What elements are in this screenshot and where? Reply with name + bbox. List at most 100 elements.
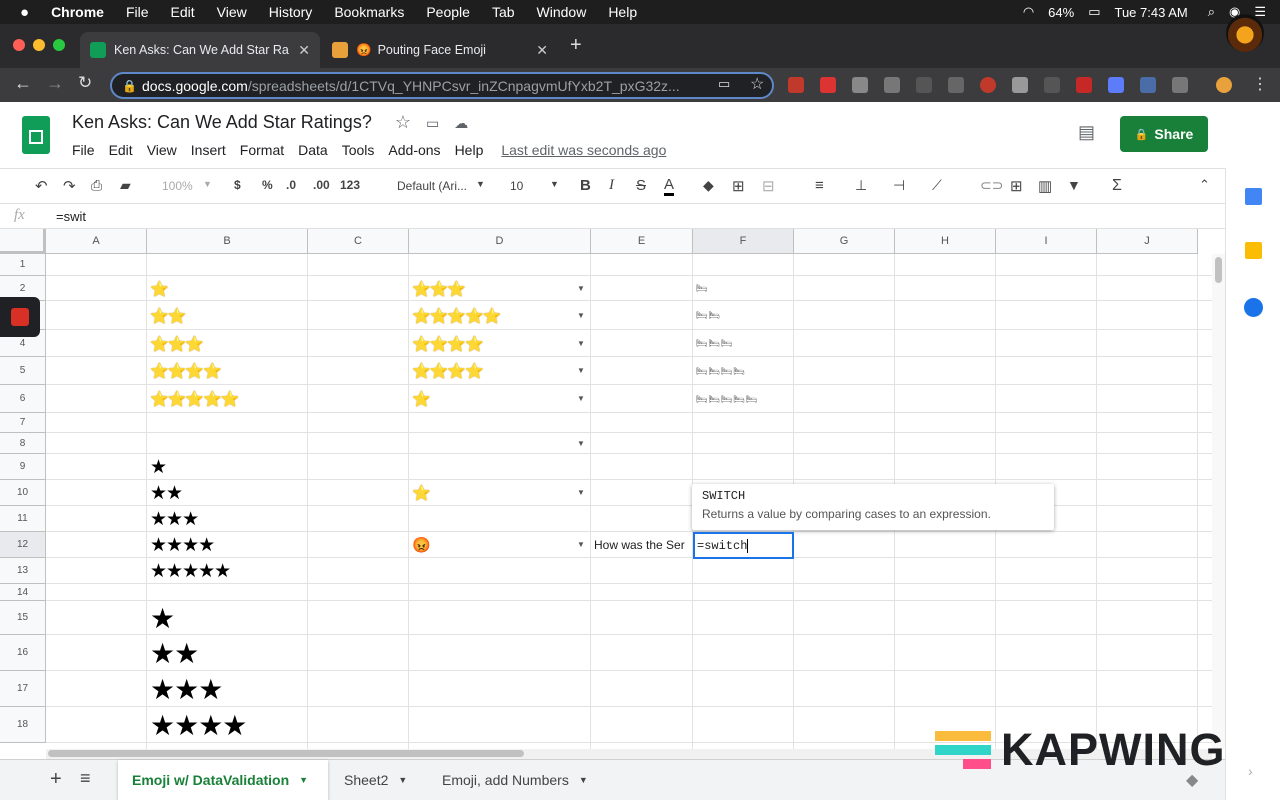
more-formats-button[interactable]: 123 — [340, 178, 360, 192]
wifi-icon[interactable]: ◠ — [1023, 4, 1034, 20]
browser-tab-emoji[interactable]: 😡 Pouting Face Emoji ✕ — [322, 32, 558, 68]
percent-format-button[interactable]: % — [262, 178, 273, 192]
row-header-12[interactable]: 12 — [0, 532, 46, 558]
merge-cells-icon[interactable]: ⊟ — [762, 177, 775, 195]
extension-icon[interactable] — [852, 77, 868, 93]
cell-b15[interactable]: ★ — [150, 601, 175, 635]
cell-d10[interactable]: ⭐ — [412, 480, 431, 506]
cell-b16[interactable]: ★★ — [150, 635, 199, 671]
star-document-icon[interactable]: ☆ — [395, 112, 411, 132]
cell-d6[interactable]: ⭐ — [412, 385, 431, 413]
tasks-icon[interactable] — [1244, 298, 1263, 317]
menu-people[interactable]: People — [426, 4, 470, 20]
text-color-button[interactable]: A — [664, 177, 675, 196]
move-folder-icon[interactable]: ▭ — [426, 115, 439, 131]
cell-b2[interactable]: ⭐ — [150, 276, 169, 301]
spreadsheet-grid[interactable]: ABCDEFGHIJ 123456789101112131415161718 ⭐… — [0, 229, 1212, 749]
cell-b10[interactable]: ★★ — [150, 480, 183, 506]
cell-e12[interactable]: How was the Ser — [594, 532, 685, 558]
row-header-15[interactable]: 15 — [0, 601, 46, 635]
extension-icon[interactable] — [820, 77, 836, 93]
calendar-icon[interactable] — [1245, 188, 1262, 205]
cell-b17[interactable]: ★★★ — [150, 671, 223, 707]
dropdown-arrow-icon[interactable]: ▼ — [577, 366, 585, 375]
redo-icon[interactable]: ↷ — [63, 177, 76, 195]
docmenu-tools[interactable]: Tools — [342, 142, 375, 158]
bold-button[interactable]: B — [580, 177, 591, 194]
fill-color-icon[interactable]: ◆ — [703, 177, 714, 194]
cell-b6[interactable]: ⭐⭐⭐⭐⭐ — [150, 385, 239, 413]
insert-comment-icon[interactable]: ⊞ — [1010, 177, 1023, 195]
decrease-decimal-button[interactable]: .0 — [286, 178, 296, 192]
menu-edit[interactable]: Edit — [171, 4, 195, 20]
cell-d4[interactable]: ⭐⭐⭐⭐ — [412, 330, 484, 357]
cell-f3[interactable]: 🛏🛏 — [696, 301, 721, 330]
extension-icon[interactable] — [1044, 77, 1060, 93]
profile-icon[interactable] — [1216, 77, 1232, 93]
window-zoom-icon[interactable] — [53, 39, 65, 51]
cell-f2[interactable]: 🛏 — [696, 276, 708, 301]
font-size-select[interactable]: 10 — [510, 179, 523, 193]
cell-d2[interactable]: ⭐⭐⭐ — [412, 276, 466, 301]
dropdown-arrow-icon[interactable]: ▼ — [577, 284, 585, 293]
window-close-icon[interactable] — [13, 39, 25, 51]
row-header-10[interactable]: 10 — [0, 480, 46, 506]
screen-record-icon[interactable] — [0, 297, 40, 337]
cell-f5[interactable]: 🛏🛏🛏🛏 — [696, 357, 746, 385]
cell-b13[interactable]: ★★★★★ — [150, 558, 231, 584]
extension-icon[interactable] — [948, 77, 964, 93]
new-tab-button[interactable]: + — [570, 34, 582, 57]
apple-icon[interactable]: ● — [20, 4, 29, 21]
vertical-scrollbar[interactable] — [1212, 254, 1225, 749]
docmenu-insert[interactable]: Insert — [191, 142, 226, 158]
row-header-16[interactable]: 16 — [0, 635, 46, 671]
row-header-13[interactable]: 13 — [0, 558, 46, 584]
menu-history[interactable]: History — [269, 4, 313, 20]
window-minimize-icon[interactable] — [33, 39, 45, 51]
text-rotation-icon[interactable]: ⟋ — [932, 177, 942, 194]
cast-icon[interactable]: ▭ — [718, 76, 730, 92]
row-header-6[interactable]: 6 — [0, 385, 46, 413]
cell-b5[interactable]: ⭐⭐⭐⭐ — [150, 357, 222, 385]
docmenu-view[interactable]: View — [147, 142, 177, 158]
functions-button[interactable]: Σ — [1112, 177, 1122, 195]
extension-icon[interactable] — [916, 77, 932, 93]
cell-b4[interactable]: ⭐⭐⭐ — [150, 330, 204, 357]
docmenu-format[interactable]: Format — [240, 142, 284, 158]
column-header-d[interactable]: D — [409, 229, 591, 254]
cell-b18[interactable]: ★★★★ — [150, 707, 247, 743]
docmenu-addons[interactable]: Add-ons — [388, 142, 440, 158]
column-header-c[interactable]: C — [308, 229, 409, 254]
bookmark-star-icon[interactable]: ☆ — [750, 74, 764, 94]
chevron-down-icon[interactable]: ▼ — [299, 775, 308, 785]
row-header-18[interactable]: 18 — [0, 707, 46, 743]
extension-icon[interactable] — [884, 77, 900, 93]
extension-icon[interactable] — [1172, 77, 1188, 93]
reload-icon[interactable]: ↻ — [78, 73, 92, 93]
cell-b3[interactable]: ⭐⭐ — [150, 301, 186, 330]
sheet-tab-emoji-add-numbers[interactable]: Emoji, add Numbers ▼ — [428, 760, 618, 800]
row-header-9[interactable]: 9 — [0, 454, 46, 480]
comments-icon[interactable]: ▤ — [1078, 122, 1095, 143]
menu-bookmarks[interactable]: Bookmarks — [334, 4, 404, 20]
insert-chart-icon[interactable]: ▥ — [1038, 177, 1052, 195]
more-menu-icon[interactable]: ⋮ — [1252, 74, 1268, 94]
dropdown-arrow-icon[interactable]: ▼ — [577, 311, 585, 320]
cell-d3[interactable]: ⭐⭐⭐⭐⭐ — [412, 301, 501, 330]
forward-icon[interactable]: → — [46, 73, 64, 94]
extension-icon[interactable] — [1140, 77, 1156, 93]
column-header-e[interactable]: E — [591, 229, 693, 254]
column-header-f[interactable]: F — [693, 229, 794, 254]
last-edit-link[interactable]: Last edit was seconds ago — [501, 142, 666, 158]
menu-window[interactable]: Window — [537, 4, 587, 20]
expand-panel-icon[interactable]: › — [1248, 763, 1253, 779]
cell-d5[interactable]: ⭐⭐⭐⭐ — [412, 357, 484, 385]
select-all-corner[interactable] — [0, 229, 46, 254]
dropdown-arrow-icon[interactable]: ▼ — [577, 488, 585, 497]
column-header-b[interactable]: B — [147, 229, 308, 254]
dropdown-arrow-icon[interactable]: ▼ — [577, 339, 585, 348]
docmenu-file[interactable]: File — [72, 142, 95, 158]
document-title[interactable]: Ken Asks: Can We Add Star Ratings? ☆ ▭ ☁ — [72, 112, 468, 133]
cloud-status-icon[interactable]: ☁ — [454, 115, 468, 131]
chevron-down-icon[interactable]: ▼ — [398, 775, 407, 785]
